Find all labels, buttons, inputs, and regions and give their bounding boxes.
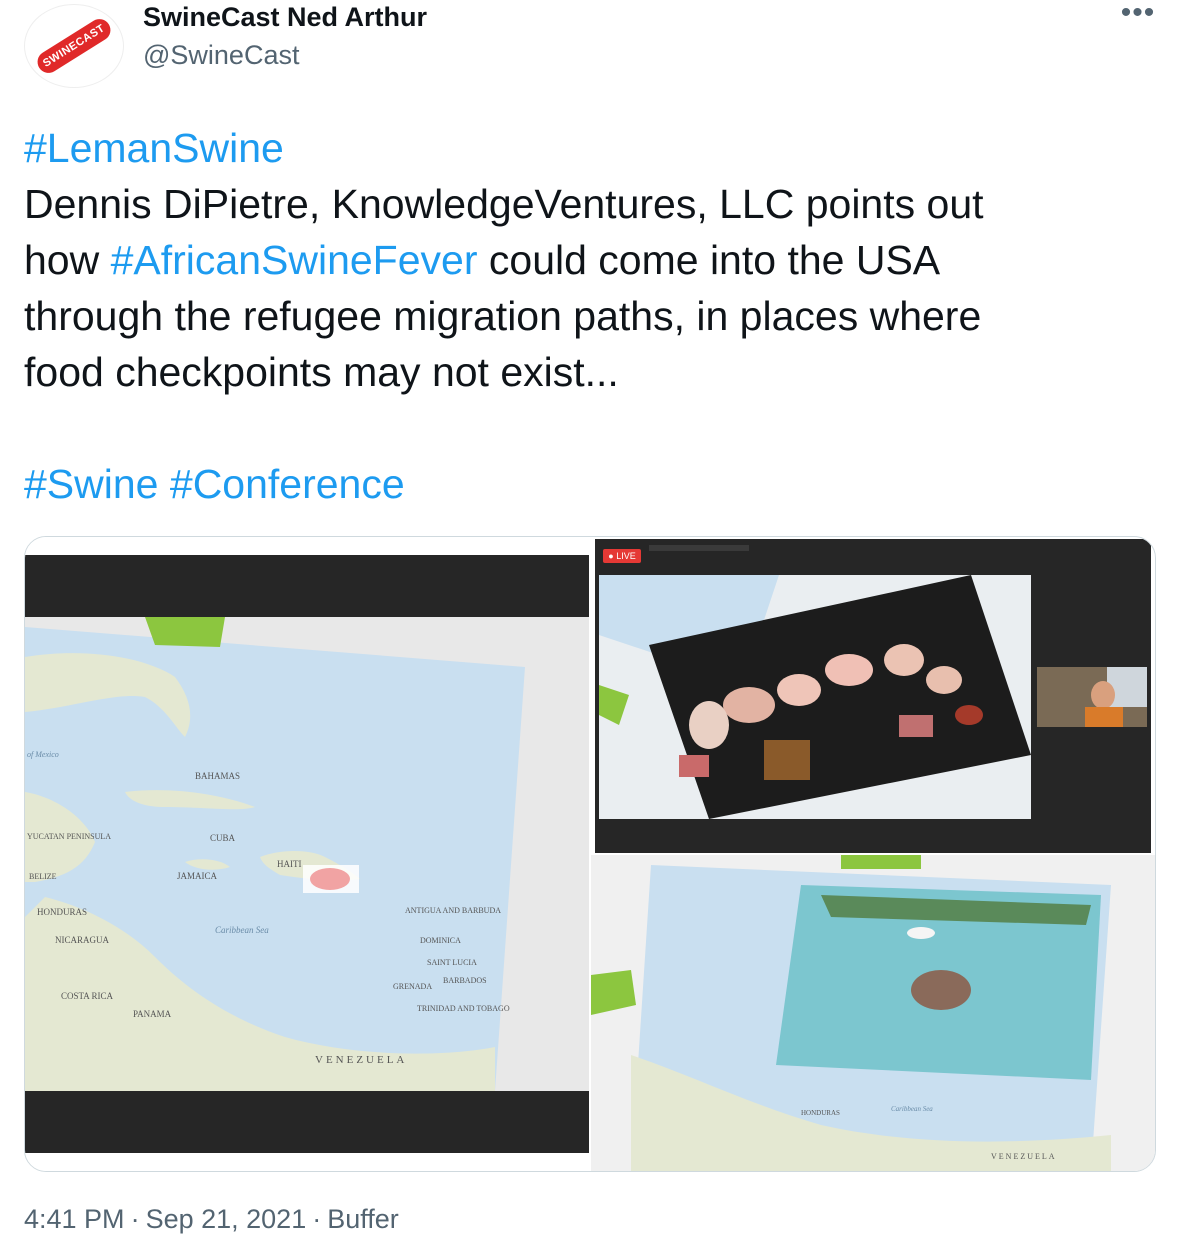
hashtag-conference[interactable]: #Conference [170, 461, 405, 507]
letterbox-bar [25, 1091, 589, 1153]
author-handle[interactable]: @SwineCast [143, 40, 299, 71]
more-options-icon[interactable]: ••• [1118, 0, 1158, 28]
separator: · [130, 1204, 140, 1234]
map-label: BAHAMAS [195, 771, 240, 781]
food-photo-slide [599, 575, 1031, 819]
tweet-header: SWINECAST SwineCast Ned Arthur @SwineCas… [0, 0, 1184, 100]
media-image-conference-live[interactable]: ● LIVE [595, 539, 1151, 853]
map-label: BELIZE [29, 872, 57, 881]
hashtag-lemanswine[interactable]: #LemanSwine [24, 125, 284, 171]
hashtag-swine[interactable]: #Swine [24, 461, 158, 507]
map-label: CUBA [210, 833, 236, 843]
tweet-line: Dennis DiPietre, KnowledgeVentures, LLC … [24, 181, 984, 227]
swinecast-logo: SWINECAST [33, 14, 115, 78]
map-label: NICARAGUA [55, 935, 110, 945]
map-label: VENEZUELA [991, 1152, 1057, 1161]
tweet-date[interactable]: Sep 21, 2021 [146, 1204, 307, 1234]
map-label: HONDURAS [801, 1109, 840, 1117]
media-image-swimming-pig[interactable]: HONDURAS Caribbean Sea VENEZUELA [591, 855, 1155, 1171]
hashtag-africanswinefever[interactable]: #AfricanSwineFever [111, 237, 478, 283]
tweet-line: through the refugee migration paths, in … [24, 293, 982, 339]
webcam-feed [1037, 667, 1147, 727]
map-label: Caribbean Sea [891, 1105, 933, 1113]
author-display-name[interactable]: SwineCast Ned Arthur [143, 2, 427, 33]
avatar[interactable]: SWINECAST [24, 4, 124, 88]
map-label: HONDURAS [37, 907, 87, 917]
tweet-time[interactable]: 4:41 PM [24, 1204, 125, 1234]
letterbox-bar [25, 555, 589, 617]
media-image-caribbean-map[interactable]: BAHAMAS CUBA JAMAICA HAITI HONDURAS NICA… [25, 537, 589, 1171]
tweet-line: food checkpoints may not exist... [24, 349, 619, 395]
tweet-media-grid[interactable]: BAHAMAS CUBA JAMAICA HAITI HONDURAS NICA… [24, 536, 1156, 1172]
map-label: JAMAICA [177, 871, 218, 881]
map-label: GRENADA [393, 982, 432, 991]
live-badge: ● LIVE [603, 549, 641, 563]
map-label: BARBADOS [443, 976, 487, 985]
map-label: YUCATAN PENINSULA [27, 832, 111, 841]
map-label: SAINT LUCIA [427, 958, 477, 967]
tweet-source[interactable]: Buffer [327, 1204, 399, 1234]
map-label: TRINIDAD AND TOBAGO [417, 1004, 510, 1013]
map-label: VENEZUELA [315, 1054, 407, 1066]
map-label: PANAMA [133, 1009, 172, 1019]
caribbean-map: BAHAMAS CUBA JAMAICA HAITI HONDURAS NICA… [25, 617, 589, 1091]
tweet-text: #LemanSwine Dennis DiPietre, KnowledgeVe… [24, 120, 1144, 512]
map-label: of Mexico [27, 750, 59, 759]
map-label: DOMINICA [420, 936, 461, 945]
map-label: Caribbean Sea [215, 925, 269, 935]
tweet-line: could come into the USA [477, 237, 941, 283]
tweet-metadata: 4:41 PM · Sep 21, 2021 · Buffer [24, 1204, 399, 1235]
map-label: HAITI [277, 859, 302, 869]
map-label: ANTIGUA AND BARBUDA [405, 906, 501, 915]
separator: · [312, 1204, 322, 1234]
map-label: COSTA RICA [61, 991, 114, 1001]
recording-indicator [649, 545, 749, 551]
tweet-line: how [24, 237, 111, 283]
